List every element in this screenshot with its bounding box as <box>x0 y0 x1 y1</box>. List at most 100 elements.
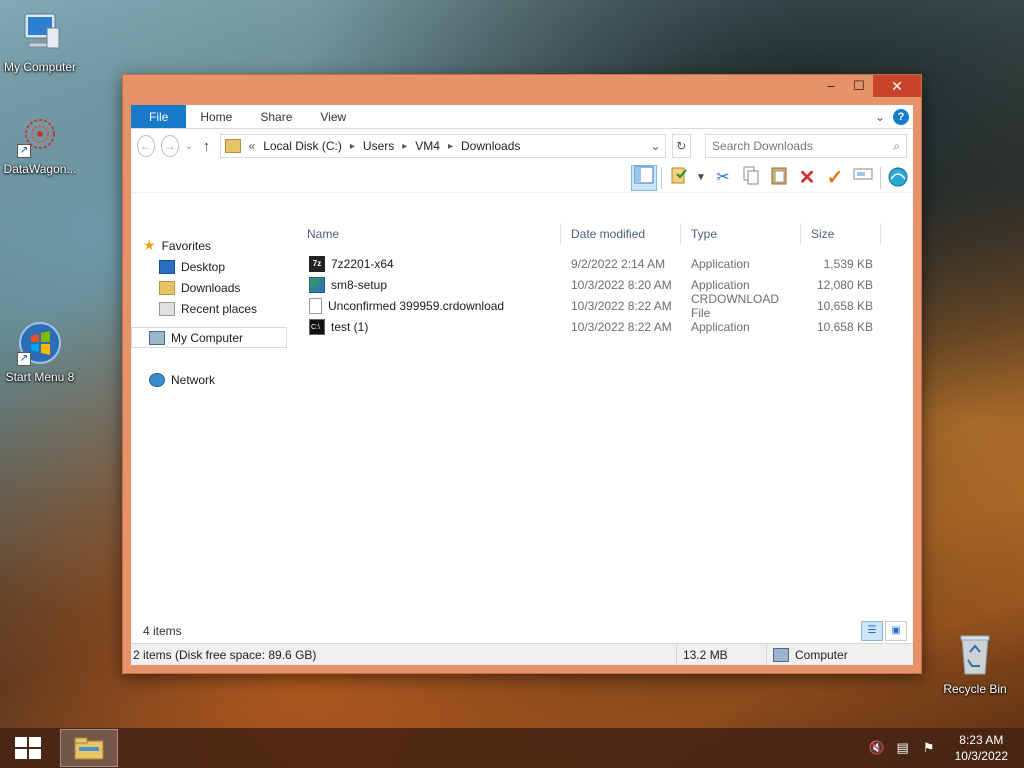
clock-date: 10/3/2022 <box>954 749 1008 763</box>
file-date: 9/2/2022 2:14 AM <box>571 256 666 271</box>
dropdown-icon[interactable]: ▼ <box>694 165 708 191</box>
tab-home[interactable]: Home <box>186 105 246 128</box>
desktop-icon-my-computer[interactable]: My Computer <box>0 10 80 74</box>
ribbon-expand-icon[interactable]: ⌄ <box>875 110 885 124</box>
search-icon: ⌕ <box>893 138 901 153</box>
large-icons-view-icon[interactable]: ▣ <box>885 621 907 641</box>
details-bar: 2 items (Disk free space: 89.6 GB) 13.2 … <box>131 643 913 666</box>
file-size: 1,539 KB <box>823 256 873 271</box>
tab-share[interactable]: Share <box>246 105 306 128</box>
recent-locations-icon[interactable]: ⌄ <box>185 141 193 152</box>
checkmark-icon[interactable]: ✓ <box>822 165 848 191</box>
breadcrumb-separator-icon[interactable]: ▸ <box>350 141 355 152</box>
folder-icon <box>224 139 241 153</box>
breadcrumb-local-disk[interactable]: Local Disk (C:) <box>263 139 342 153</box>
file-name: sm8-setup <box>331 277 388 292</box>
sidebar-item-label: Desktop <box>181 259 226 274</box>
computer-icon <box>149 330 165 345</box>
sidebar-item-label: Downloads <box>181 280 241 295</box>
desktop-icon-start-menu-8[interactable]: ↗ Start Menu 8 <box>0 320 80 384</box>
content-area: ★ Favorites Desktop Downloads Recent pla… <box>131 221 913 619</box>
desktop-icon-recycle-bin[interactable]: Recycle Bin <box>935 632 1015 696</box>
volume-muted-icon[interactable]: 🔇 <box>869 740 885 756</box>
installer-icon <box>309 276 325 293</box>
windows-logo-icon <box>15 737 41 759</box>
file-row[interactable]: 7z 7z2201-x64 9/2/2022 2:14 AM Applicati… <box>297 253 913 274</box>
system-tray: 🔇 ▤ ⚑ 8:23 AM 10/3/2022 <box>869 728 1024 768</box>
file-date: 10/3/2022 8:22 AM <box>571 298 672 313</box>
forward-button[interactable]: → <box>160 135 179 157</box>
rename-icon[interactable] <box>850 165 876 191</box>
file-name: Unconfirmed 399959.crdownload <box>328 298 505 313</box>
sidebar-item-my-computer[interactable]: My Computer <box>131 327 287 348</box>
back-button[interactable]: ← <box>137 135 155 157</box>
file-row[interactable]: C:\ test (1) 10/3/2022 8:22 AM Applicati… <box>297 316 913 337</box>
desktop-icon-label: DataWagon... <box>3 162 77 176</box>
search-input[interactable]: Search Downloads ⌕ <box>705 134 908 158</box>
selection-size: 13.2 MB <box>677 643 767 666</box>
file-explorer-icon <box>74 737 104 760</box>
shell-icon[interactable] <box>885 165 911 191</box>
file-type: Application <box>691 256 750 271</box>
address-dropdown-icon[interactable]: ⌄ <box>650 139 660 153</box>
address-bar[interactable]: « Local Disk (C:) ▸ Users ▸ VM4 ▸ Downlo… <box>219 134 666 158</box>
breadcrumb-vm4[interactable]: VM4 <box>415 139 440 153</box>
copy-icon[interactable] <box>738 165 764 191</box>
column-header-type[interactable]: Type <box>681 223 801 245</box>
sidebar-item-favorites[interactable]: ★ Favorites <box>131 235 287 256</box>
computer-icon <box>17 10 63 56</box>
taskbar-file-explorer[interactable] <box>60 729 118 767</box>
computer-icon <box>773 647 789 662</box>
desktop-icon-datawagon[interactable]: ↗ DataWagon... <box>0 112 80 176</box>
recent-places-icon <box>159 301 175 316</box>
up-button[interactable]: ↑ <box>199 138 213 155</box>
shortcut-arrow-icon: ↗ <box>17 352 31 366</box>
file-name: test (1) <box>331 319 369 334</box>
breadcrumb-downloads[interactable]: Downloads <box>461 139 520 153</box>
breadcrumb-separator-icon[interactable]: ▸ <box>448 141 453 152</box>
navigation-pane: ★ Favorites Desktop Downloads Recent pla… <box>131 221 287 619</box>
item-count: 4 items <box>143 624 182 638</box>
clock[interactable]: 8:23 AM 10/3/2022 <box>955 732 1008 764</box>
explorer-window: – ☐ ✕ File Home Share View ⌄ ? ← → ⌄ ↑ «… <box>122 74 922 674</box>
properties-icon[interactable] <box>666 165 692 191</box>
maximize-button[interactable]: ☐ <box>845 75 873 97</box>
start-button[interactable] <box>0 728 56 768</box>
column-header-size[interactable]: Size <box>801 223 881 245</box>
network-icon[interactable]: ▤ <box>895 740 911 756</box>
sidebar-item-desktop[interactable]: Desktop <box>131 256 287 277</box>
file-type: Application <box>691 319 750 334</box>
action-center-icon[interactable]: ⚑ <box>921 740 937 756</box>
paste-icon[interactable] <box>766 165 792 191</box>
ribbon-tabs: File Home Share View ⌄ ? <box>131 105 913 129</box>
column-header-date[interactable]: Date modified <box>561 223 681 245</box>
file-row[interactable]: Unconfirmed 399959.crdownload 10/3/2022 … <box>297 292 913 320</box>
file-name: 7z2201-x64 <box>331 256 394 271</box>
file-size: 10,658 KB <box>816 298 873 313</box>
sidebar-item-network[interactable]: Network <box>131 369 287 390</box>
help-icon[interactable]: ? <box>893 109 909 125</box>
column-header-name[interactable]: Name <box>297 223 561 245</box>
location-label: Computer <box>795 647 848 662</box>
delete-icon[interactable]: ✕ <box>794 165 820 191</box>
sidebar-item-downloads[interactable]: Downloads <box>131 277 287 298</box>
sidebar-item-recent-places[interactable]: Recent places <box>131 298 287 319</box>
cut-icon[interactable]: ✂ <box>710 165 736 191</box>
close-button[interactable]: ✕ <box>873 75 921 97</box>
minimize-button[interactable]: – <box>817 75 845 97</box>
breadcrumb-separator-icon[interactable]: ▸ <box>402 141 407 152</box>
blank-file-icon <box>309 297 322 314</box>
refresh-button[interactable]: ↻ <box>671 134 692 158</box>
file-row[interactable]: sm8-setup 10/3/2022 8:20 AM Application … <box>297 274 913 295</box>
address-overflow-icon[interactable]: « <box>249 139 256 153</box>
file-date: 10/3/2022 8:22 AM <box>571 319 672 334</box>
tab-view[interactable]: View <box>306 105 360 128</box>
breadcrumb-users[interactable]: Users <box>363 139 394 153</box>
details-view-icon[interactable]: ☰ <box>861 621 883 641</box>
preview-pane-icon[interactable] <box>631 165 657 191</box>
tab-file[interactable]: File <box>131 105 187 128</box>
navigation-bar: ← → ⌄ ↑ « Local Disk (C:) ▸ Users ▸ VM4 … <box>131 129 913 163</box>
file-type: Application <box>691 277 750 292</box>
file-size: 12,080 KB <box>816 277 873 292</box>
network-icon <box>149 372 165 387</box>
